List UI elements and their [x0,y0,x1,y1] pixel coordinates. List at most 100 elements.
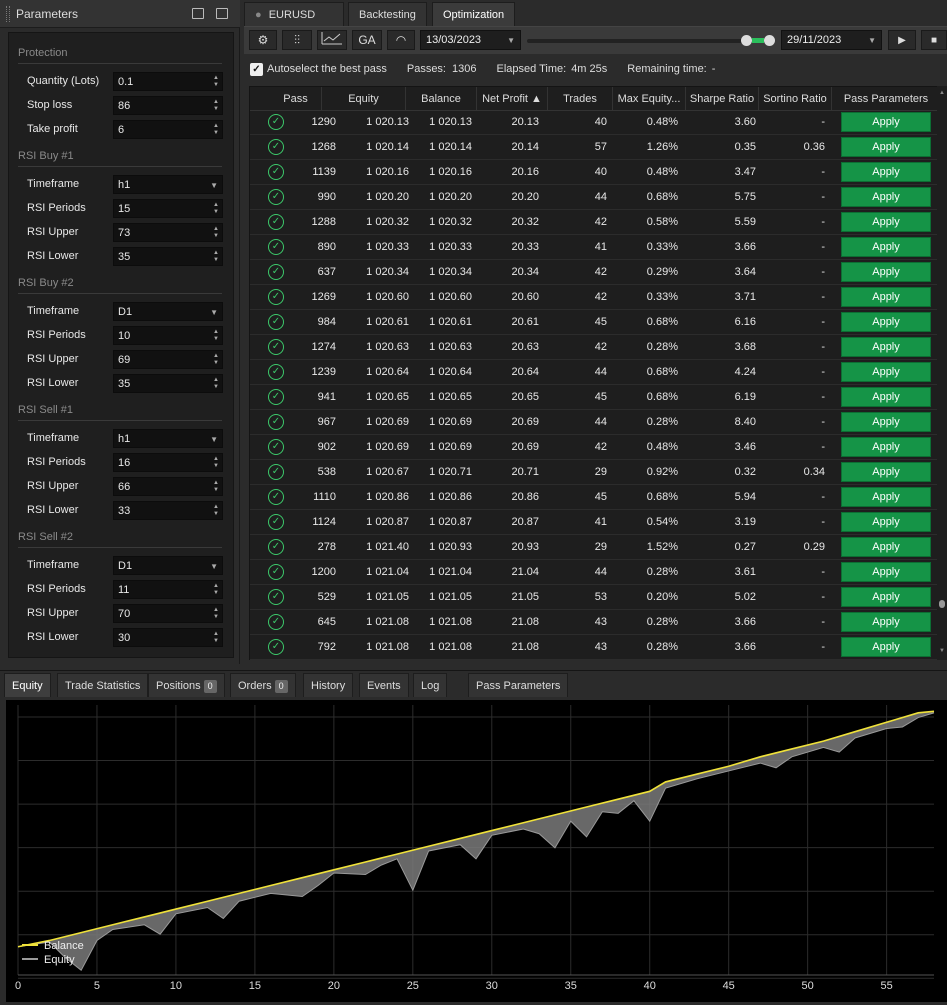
apply-button[interactable]: Apply [841,362,931,382]
table-row[interactable]: ✓ 1269 1 020.60 1 020.60 20.60 42 0.33% 3.71- Ap… [250,285,940,310]
apply-button[interactable]: Apply [841,462,931,482]
apply-button[interactable]: Apply [841,387,931,407]
drag-grip-icon[interactable] [6,5,10,22]
symbol-tab[interactable]: ● EURUSD h1 [244,2,344,45]
parameter-input[interactable]: 35 ▲ ▼ [113,373,223,393]
ga-button[interactable]: GA [352,30,382,50]
spinner-arrows-icon[interactable]: ▲ ▼ [213,377,219,391]
parameter-input[interactable]: 70 ▲ ▼ [113,603,223,623]
apply-button[interactable]: Apply [841,512,931,532]
chart-line-icon[interactable] [317,30,347,50]
parameter-input[interactable]: 10 ▲ ▼ [113,325,223,345]
tab-history[interactable]: History [303,673,354,697]
parameter-input[interactable]: 33 ▲ ▼ [113,500,223,520]
play-icon[interactable]: ▶ [888,30,916,50]
sliders-icon[interactable]: ⫶⫶ [282,30,312,50]
chevron-down-icon[interactable]: ▼ [210,557,218,576]
table-row[interactable]: ✓ 1290 1 020.13 1 020.13 20.13 40 0.48% 3.60- Ap… [250,110,940,135]
apply-button[interactable]: Apply [841,437,931,457]
scroll-thumb[interactable] [939,600,945,608]
table-row[interactable]: ✓ 890 1 020.33 1 020.33 20.33 41 0.33% 3.66- App… [250,235,940,260]
tab-pass-parameters[interactable]: Pass Parameters [468,673,569,697]
parameter-input[interactable]: 35 ▲ ▼ [113,246,223,266]
column-header[interactable]: Balance [406,87,477,111]
table-row[interactable]: ✓ 645 1 021.08 1 021.08 21.08 43 0.28% 3.66- App… [250,610,940,635]
apply-button[interactable]: Apply [841,562,931,582]
chevron-down-icon[interactable]: ▼ [210,176,218,195]
column-header[interactable]: Pass Parameters [832,87,940,111]
column-header[interactable]: Sharpe Ratio [686,87,759,111]
apply-button[interactable]: Apply [841,262,931,282]
apply-button[interactable]: Apply [841,237,931,257]
date-range-slider[interactable] [527,39,772,43]
parameter-input[interactable]: 86 ▲ ▼ [113,95,223,115]
scroll-up-icon[interactable]: ▲ [939,90,945,96]
save-icon[interactable] [216,8,228,19]
table-row[interactable]: ✓ 984 1 020.61 1 020.61 20.61 45 0.68% 6.16- App… [250,310,940,335]
parameter-input[interactable]: 16 ▲ ▼ [113,452,223,472]
end-date-picker[interactable]: 29/11/2023 ▼ [781,30,882,50]
tab-trade-statistics[interactable]: Trade Statistics [57,673,149,697]
apply-button[interactable]: Apply [841,487,931,507]
table-row[interactable]: ✓ 538 1 020.67 1 020.71 20.71 29 0.92% 0.32 0.34… [250,460,940,485]
spinner-arrows-icon[interactable]: ▲ ▼ [213,456,219,470]
parameter-input[interactable]: 66 ▲ ▼ [113,476,223,496]
apply-button[interactable]: Apply [841,412,931,432]
spinner-arrows-icon[interactable]: ▲ ▼ [213,329,219,343]
apply-button[interactable]: Apply [841,337,931,357]
table-row[interactable]: ✓ 1274 1 020.63 1 020.63 20.63 42 0.28% 3.68- Ap… [250,335,940,360]
tab-log[interactable]: Log [413,673,448,697]
parameter-input[interactable]: 6 ▲ ▼ [113,119,223,139]
parameter-input[interactable]: 15 ▲ ▼ [113,198,223,218]
table-row[interactable]: ✓ 1124 1 020.87 1 020.87 20.87 41 0.54% 3.19- Ap… [250,510,940,535]
table-row[interactable]: ✓ 1200 1 021.04 1 021.04 21.04 44 0.28% 3.61- Ap… [250,560,940,585]
table-row[interactable]: ✓ 1288 1 020.32 1 020.32 20.32 42 0.58% 5.59- Ap… [250,210,940,235]
apply-button[interactable]: Apply [841,537,931,557]
apply-button[interactable]: Apply [841,162,931,182]
slider-handle-start[interactable] [741,35,752,46]
parameter-select[interactable]: h1 ▼ [113,174,223,195]
table-row[interactable]: ✓ 967 1 020.69 1 020.69 20.69 44 0.28% 8.40- App… [250,410,940,435]
parameter-select[interactable]: D1 ▼ [113,301,223,322]
apply-button[interactable]: Apply [841,637,931,657]
spinner-arrows-icon[interactable]: ▲ ▼ [213,202,219,216]
spinner-arrows-icon[interactable]: ▲ ▼ [213,353,219,367]
column-header[interactable]: Sortino Ratio [759,87,832,111]
apply-button[interactable]: Apply [841,112,931,132]
apply-button[interactable]: Apply [841,587,931,607]
chevron-down-icon[interactable]: ▼ [210,430,218,449]
apply-button[interactable]: Apply [841,137,931,157]
chevron-down-icon[interactable]: ▼ [210,303,218,322]
table-row[interactable]: ✓ 990 1 020.20 1 020.20 20.20 44 0.68% 5.75- App… [250,185,940,210]
tab-orders[interactable]: Orders 0 [230,673,296,697]
tab-positions[interactable]: Positions 0 [148,673,225,697]
tab-equity[interactable]: Equity [4,673,51,697]
spinner-arrows-icon[interactable]: ▲ ▼ [213,75,219,89]
column-header[interactable]: Pass [270,87,322,111]
table-row[interactable]: ✓ 529 1 021.05 1 021.05 21.05 53 0.20% 5.02- App… [250,585,940,610]
table-row[interactable]: ✓ 1239 1 020.64 1 020.64 20.64 44 0.68% 4.24- Ap… [250,360,940,385]
table-row[interactable]: ✓ 902 1 020.69 1 020.69 20.69 42 0.48% 3.46- App… [250,435,940,460]
autoselect-checkbox[interactable]: ✓ [250,62,263,76]
tab-events[interactable]: Events [359,673,409,697]
table-row[interactable]: ✓ 792 1 021.08 1 021.08 21.08 43 0.28% 3.66- App… [250,635,940,660]
parameter-input[interactable]: 73 ▲ ▼ [113,222,223,242]
parameter-input[interactable]: 0.1 ▲ ▼ [113,71,223,91]
parameter-input[interactable]: 69 ▲ ▼ [113,349,223,369]
tab-backtesting[interactable]: Backtesting [348,2,427,26]
apply-button[interactable]: Apply [841,312,931,332]
spinner-arrows-icon[interactable]: ▲ ▼ [213,631,219,645]
spinner-arrows-icon[interactable]: ▲ ▼ [213,99,219,113]
folder-open-icon[interactable] [192,8,204,19]
scroll-down-icon[interactable]: ▼ [939,648,945,654]
table-row[interactable]: ✓ 278 1 021.40 1 020.93 20.93 29 1.52% 0.27 0.29… [250,535,940,560]
table-row[interactable]: ✓ 1110 1 020.86 1 020.86 20.86 45 0.68% 5.94- Ap… [250,485,940,510]
table-row[interactable]: ✓ 941 1 020.65 1 020.65 20.65 45 0.68% 6.19- App… [250,385,940,410]
apply-button[interactable]: Apply [841,612,931,632]
spinner-arrows-icon[interactable]: ▲ ▼ [213,607,219,621]
spinner-arrows-icon[interactable]: ▲ ▼ [213,226,219,240]
spinner-arrows-icon[interactable]: ▲ ▼ [213,123,219,137]
parameter-input[interactable]: 11 ▲ ▼ [113,579,223,599]
column-header[interactable]: Max Equity... [613,87,686,111]
gauge-icon[interactable]: ◠ [387,30,415,50]
